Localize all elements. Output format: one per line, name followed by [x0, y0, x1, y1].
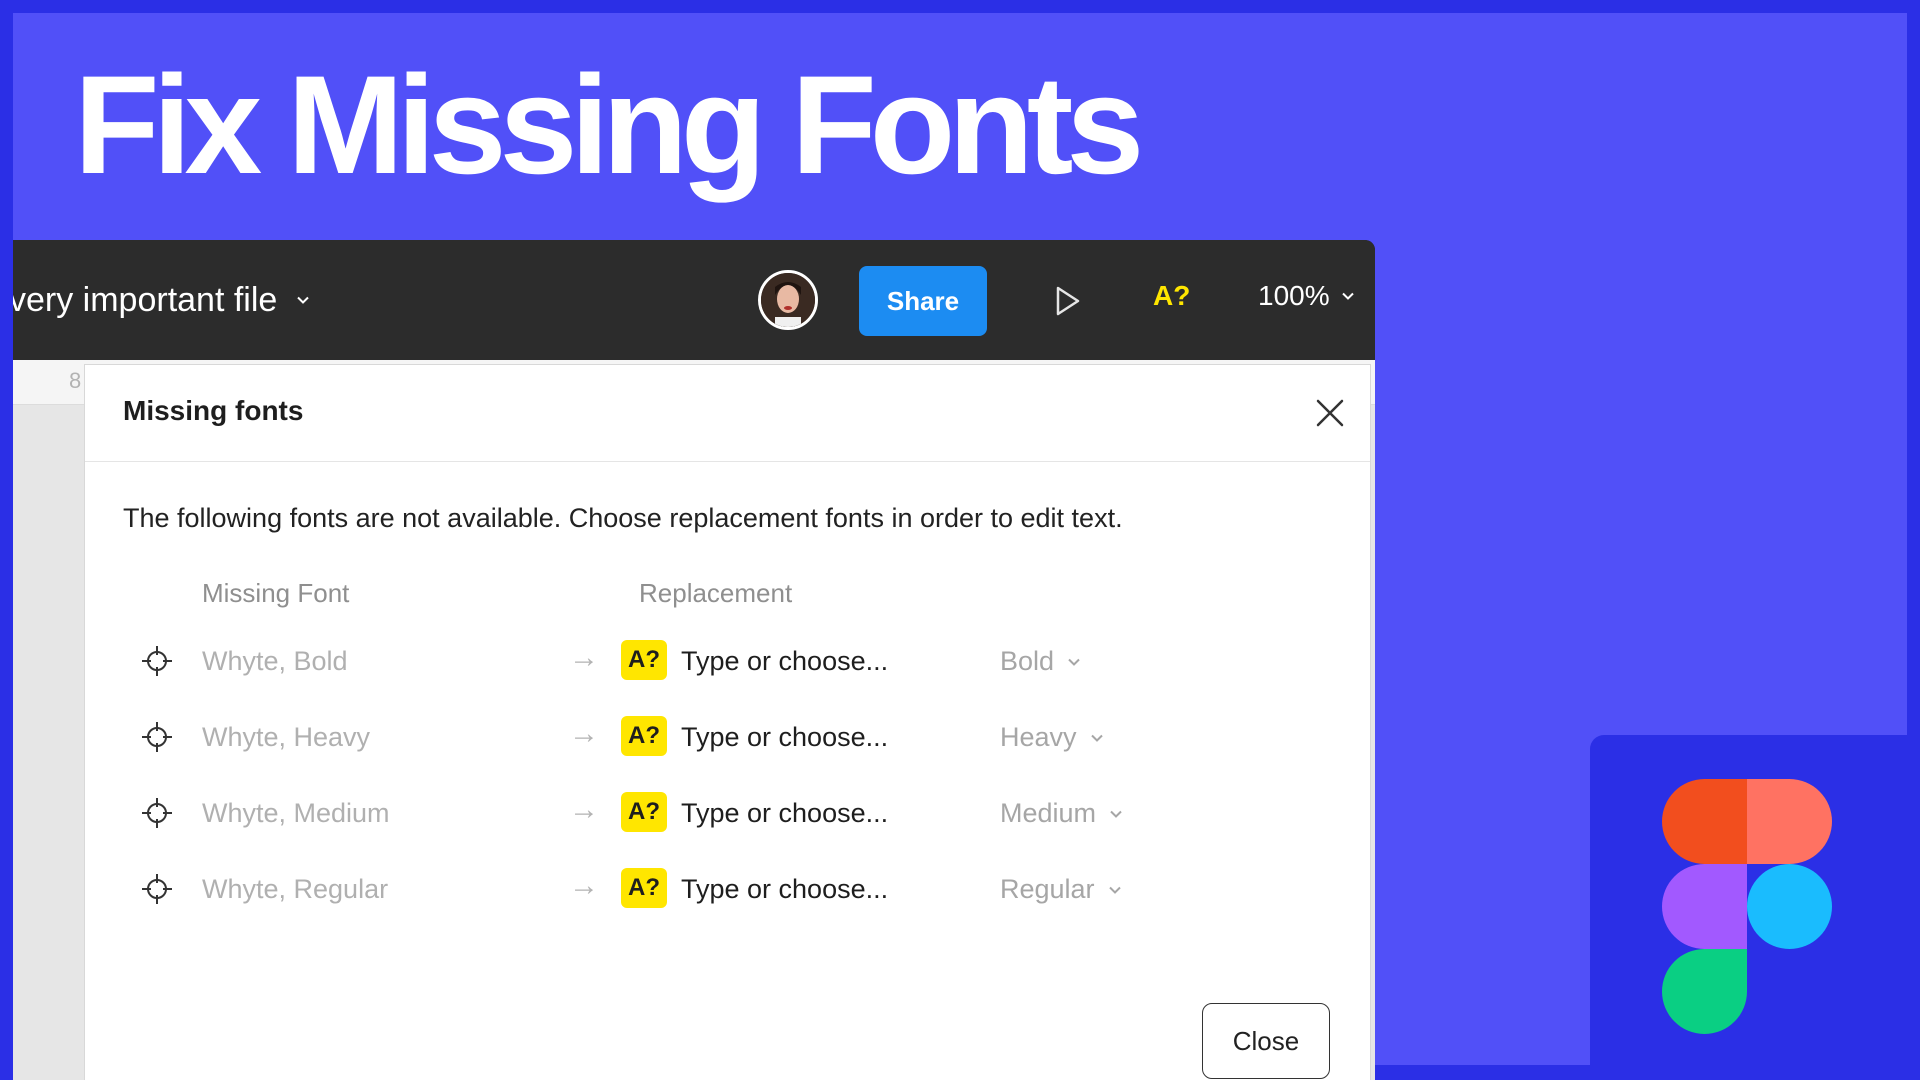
font-style-value: Bold	[1000, 646, 1055, 676]
user-avatar[interactable]	[758, 270, 818, 330]
file-name-label: very important file	[13, 280, 278, 319]
missing-font-badge: A?	[621, 868, 667, 908]
missing-font-badge: A?	[621, 792, 667, 832]
missing-font-badge: A?	[621, 640, 667, 680]
toolbar: very important file Share A? 100%	[13, 240, 1375, 360]
missing-font-name: Whyte, Regular	[202, 874, 389, 904]
chevron-down-icon	[1341, 292, 1354, 300]
page-title: Fix Missing Fonts	[74, 46, 1144, 203]
chevron-down-icon	[1108, 886, 1121, 894]
arrow-right-icon: →	[569, 869, 599, 902]
zoom-menu[interactable]: 100%	[1258, 280, 1356, 312]
figma-logo-salmon	[1747, 779, 1832, 864]
arrow-right-icon: →	[569, 793, 599, 826]
replacement-font-input[interactable]: Type or choose...	[681, 874, 888, 905]
font-style-value: Medium	[1000, 798, 1097, 828]
chevron-down-icon	[297, 296, 310, 304]
missing-fonts-indicator[interactable]: A?	[1153, 280, 1190, 312]
crosshair-icon[interactable]	[141, 721, 173, 753]
font-row: Whyte, Bold → A? Type or choose... Bold	[85, 635, 1370, 685]
logo-panel	[1590, 735, 1920, 1080]
replacement-font-input[interactable]: Type or choose...	[681, 798, 888, 829]
font-style-select[interactable]: Heavy	[1000, 722, 1105, 753]
figma-logo-green	[1662, 949, 1747, 1034]
figma-logo-purple	[1662, 864, 1747, 949]
missing-font-name: Whyte, Medium	[202, 798, 390, 828]
dialog-header: Missing fonts	[85, 365, 1370, 462]
figma-logo	[1662, 779, 1832, 1034]
font-row: Whyte, Regular → A? Type or choose... Re…	[85, 863, 1370, 913]
font-style-value: Heavy	[1000, 722, 1077, 752]
file-name-menu[interactable]: very important file	[13, 240, 311, 360]
figma-logo-red	[1662, 779, 1747, 864]
crosshair-icon[interactable]	[141, 797, 173, 829]
ruler-number: 8	[69, 368, 82, 393]
replacement-font-input[interactable]: Type or choose...	[681, 646, 888, 677]
replacement-font-input[interactable]: Type or choose...	[681, 722, 888, 753]
column-header-missing-font: Missing Font	[202, 578, 350, 608]
crosshair-icon[interactable]	[141, 645, 173, 677]
arrow-right-icon: →	[569, 717, 599, 750]
close-button[interactable]: Close	[1202, 1003, 1330, 1079]
crosshair-icon[interactable]	[141, 873, 173, 905]
font-row: Whyte, Heavy → A? Type or choose... Heav…	[85, 711, 1370, 761]
font-style-select[interactable]: Medium	[1000, 798, 1124, 829]
dialog-description: The following fonts are not available. C…	[123, 503, 1123, 533]
font-style-value: Regular	[1000, 874, 1095, 904]
missing-font-name: Whyte, Bold	[202, 646, 348, 676]
dialog-title: Missing fonts	[123, 395, 304, 426]
font-row: Whyte, Medium → A? Type or choose... Med…	[85, 787, 1370, 837]
play-icon[interactable]	[1047, 281, 1087, 321]
figma-app-window: very important file Share A? 100% 8 Miss…	[13, 240, 1375, 1080]
font-style-select[interactable]: Bold	[1000, 646, 1082, 677]
figma-logo-blue	[1747, 864, 1832, 949]
zoom-value: 100%	[1258, 280, 1330, 311]
column-header-replacement: Replacement	[639, 578, 793, 608]
missing-font-badge: A?	[621, 716, 667, 756]
arrow-right-icon: →	[569, 641, 599, 674]
font-style-select[interactable]: Regular	[1000, 874, 1123, 905]
missing-fonts-dialog: Missing fonts The following fonts are no…	[84, 364, 1371, 1080]
chevron-down-icon	[1110, 810, 1122, 818]
chevron-down-icon	[1090, 734, 1103, 742]
share-button[interactable]: Share	[859, 266, 987, 336]
close-icon[interactable]	[1312, 395, 1348, 431]
missing-font-name: Whyte, Heavy	[202, 722, 371, 752]
avatar-portrait-icon	[761, 273, 815, 327]
chevron-down-icon	[1068, 658, 1080, 666]
